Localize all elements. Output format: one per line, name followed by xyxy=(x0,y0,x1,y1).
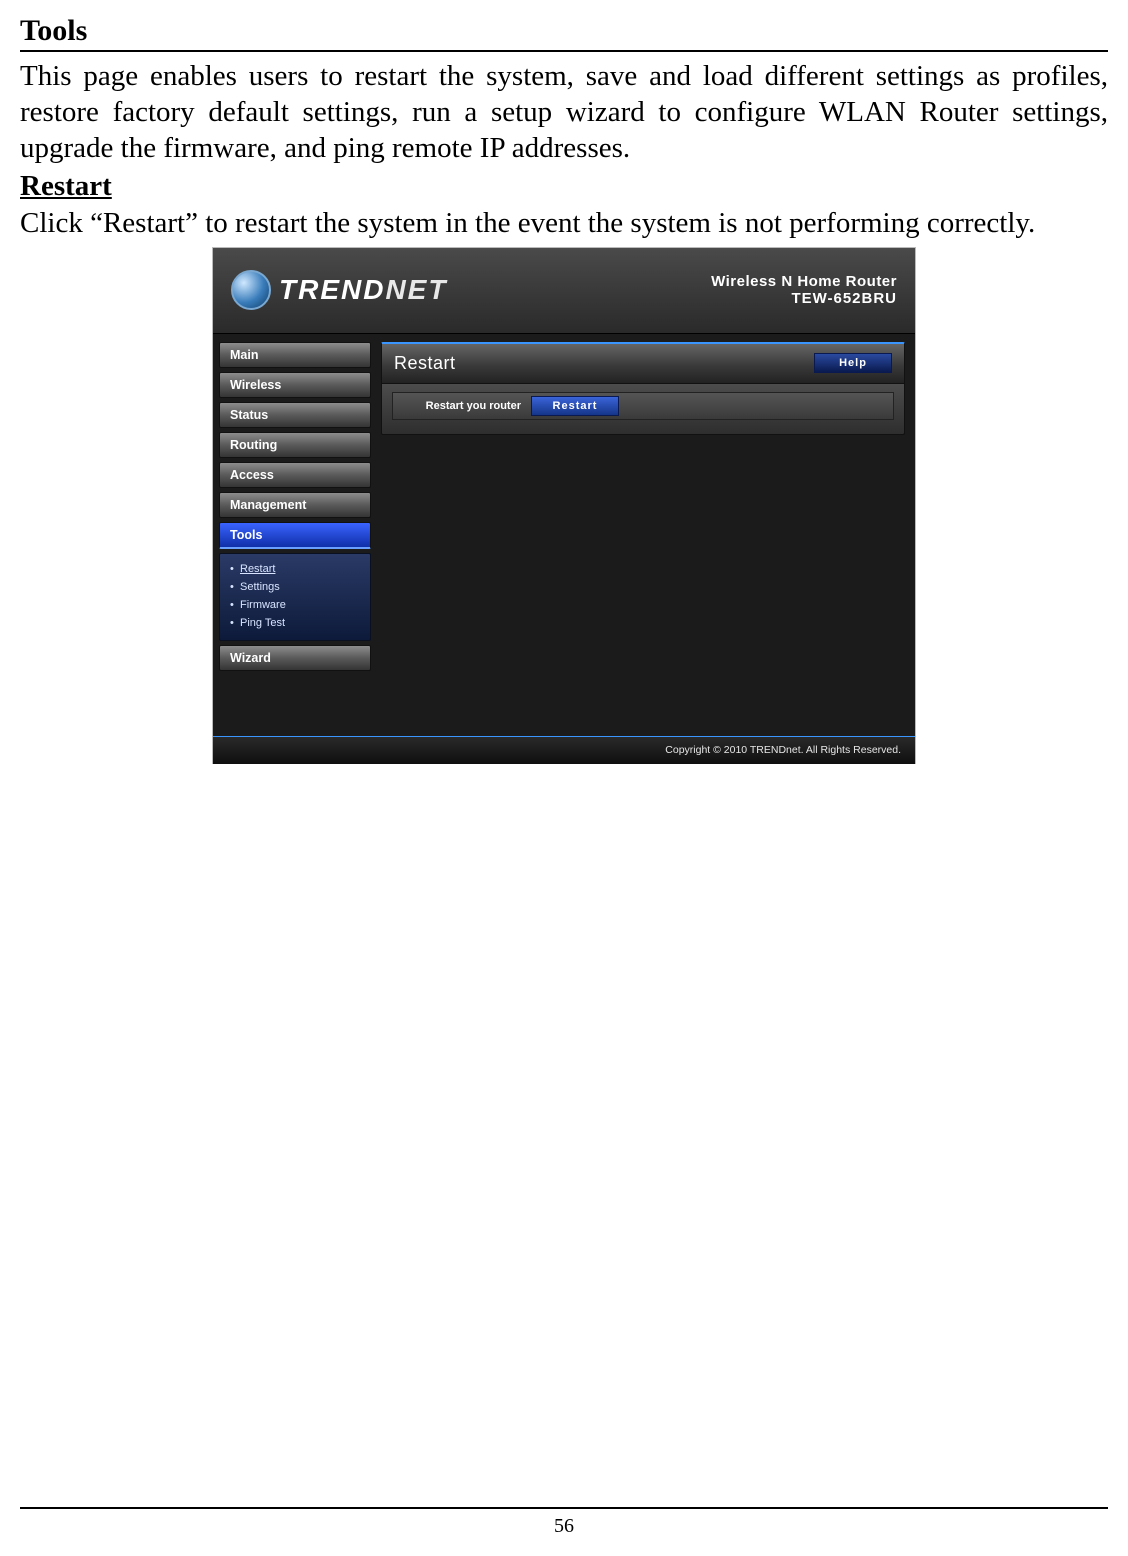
brand-logo: TRENDNET xyxy=(231,270,447,310)
restart-button[interactable]: Restart xyxy=(531,396,619,416)
brand-strong: TREND xyxy=(279,274,385,305)
subnav-firmware[interactable]: Firmware xyxy=(230,596,360,614)
brand-name: TRENDNET xyxy=(279,274,447,306)
content-area: Restart Help Restart you router Restart xyxy=(377,334,915,736)
sidebar: Main Wireless Status Routing Access Mana… xyxy=(213,334,377,736)
nav-routing[interactable]: Routing xyxy=(219,432,371,458)
subnav-settings[interactable]: Settings xyxy=(230,578,360,596)
section-title: Tools xyxy=(20,12,1108,52)
nav-wizard[interactable]: Wizard xyxy=(219,645,371,671)
router-body: Main Wireless Status Routing Access Mana… xyxy=(213,334,915,736)
copyright-text: Copyright © 2010 TRENDnet. All Rights Re… xyxy=(665,744,901,756)
nav-wireless[interactable]: Wireless xyxy=(219,372,371,398)
help-button[interactable]: Help xyxy=(814,353,892,373)
intro-paragraph: This page enables users to restart the s… xyxy=(20,58,1108,167)
restart-paragraph: Click “Restart” to restart the system in… xyxy=(20,205,1108,241)
brand-orb-icon xyxy=(231,270,271,310)
subnav-pingtest[interactable]: Ping Test xyxy=(230,614,360,632)
nav-management[interactable]: Management xyxy=(219,492,371,518)
page-footer: 56 xyxy=(20,1507,1108,1538)
page-number: 56 xyxy=(554,1515,574,1537)
product-name: Wireless N Home Router xyxy=(711,273,897,290)
panel-body: Restart you router Restart xyxy=(381,384,905,435)
header-right: Wireless N Home Router TEW-652BRU xyxy=(711,273,897,307)
restart-row: Restart you router Restart xyxy=(392,392,894,420)
router-header: TRENDNET Wireless N Home Router TEW-652B… xyxy=(213,248,915,334)
restart-row-label: Restart you router xyxy=(401,400,521,412)
nav-tools[interactable]: Tools xyxy=(219,522,371,549)
nav-main[interactable]: Main xyxy=(219,342,371,368)
nav-status[interactable]: Status xyxy=(219,402,371,428)
nav-access[interactable]: Access xyxy=(219,462,371,488)
product-model: TEW-652BRU xyxy=(711,290,897,307)
brand-light: NET xyxy=(385,274,447,305)
subnav-restart[interactable]: Restart xyxy=(230,560,360,578)
router-admin-screenshot: TRENDNET Wireless N Home Router TEW-652B… xyxy=(212,247,916,764)
panel-titlebar: Restart Help xyxy=(381,342,905,384)
tools-submenu: Restart Settings Firmware Ping Test xyxy=(219,553,371,641)
panel-title: Restart xyxy=(394,353,456,374)
restart-subheading: Restart xyxy=(20,168,1108,204)
router-footer: Copyright © 2010 TRENDnet. All Rights Re… xyxy=(213,736,915,764)
